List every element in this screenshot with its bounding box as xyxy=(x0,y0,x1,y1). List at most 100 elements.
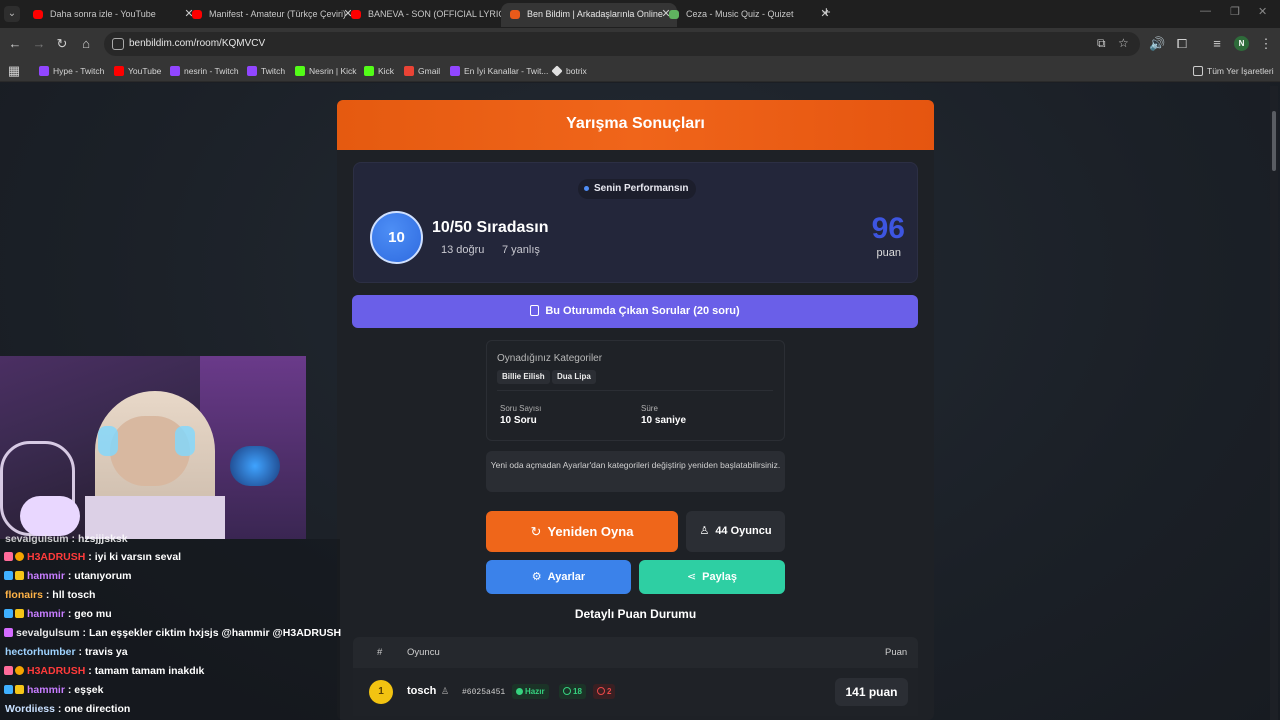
chat-message: hammir : eşşek xyxy=(4,681,103,700)
bookmark-label: Tüm Yer İşaretleri xyxy=(1207,66,1274,76)
bookmark-twitch[interactable]: Twitch xyxy=(247,64,285,78)
folder-icon xyxy=(1193,66,1203,76)
bookmark-kick[interactable]: Kick xyxy=(364,64,394,78)
rgb-light xyxy=(230,446,280,486)
media-controls-icon[interactable]: ≡ xyxy=(1209,36,1225,52)
bookmark-gmail[interactable]: Gmail xyxy=(404,64,440,78)
tab-title: Ceza - Music Quiz - Quizet xyxy=(686,9,794,19)
forward-icon[interactable]: → xyxy=(31,36,47,52)
webcam-overlay xyxy=(0,356,306,539)
detailed-score-title: Detaylı Puan Durumu xyxy=(574,607,697,621)
session-questions-button[interactable]: Bu Oturumda Çıkan Sorular (20 soru) xyxy=(352,295,918,328)
chat-message: Wordiiess : one direction xyxy=(5,703,131,715)
minimize-icon[interactable]: — xyxy=(1200,5,1211,17)
chat-message: sevalgulsum : Lan eşşekler ciktim hxjsjs… xyxy=(4,624,341,643)
kick-icon xyxy=(364,66,374,76)
chat-text: travis ya xyxy=(84,646,128,658)
bookmark-hype-twitch[interactable]: Hype - Twitch xyxy=(39,64,104,78)
chat-user: H3ADRUSH xyxy=(27,665,86,677)
divider xyxy=(497,390,773,391)
performance-label: Senin Performansın xyxy=(594,183,689,194)
players-label: 44 Oyuncu xyxy=(715,525,772,537)
tab-manifest[interactable]: Manifest - Amateur (Türkçe Çeviri) ✕ xyxy=(183,3,359,27)
col-player: Oyuncu xyxy=(407,647,440,658)
bookmark-label: Twitch xyxy=(261,66,286,76)
chat-user: flonairs xyxy=(5,589,43,601)
score-table-header: # Oyuncu Puan xyxy=(353,637,918,668)
tab-ceza-quiz[interactable]: Ceza - Music Quiz - Quizet ✕ xyxy=(660,3,836,27)
chat-user: hammir xyxy=(27,684,65,696)
chat-text: geo mu xyxy=(74,608,112,620)
bookmark-youtube[interactable]: YouTube xyxy=(114,64,161,78)
bookmark-nesrin-kick[interactable]: Nesrin | Kick xyxy=(295,64,357,78)
chat-text: hzsjjjsksk xyxy=(77,533,128,545)
settings-button[interactable]: ⚙ Ayarlar xyxy=(486,560,631,594)
address-bar-row: ← → ↻ ⌂ benbildim.com/room/KQMVCV ⧉ ☆ 🔊 … xyxy=(0,28,1280,60)
youtube-icon xyxy=(114,66,124,76)
install-app-icon[interactable]: ⧉ xyxy=(1097,36,1106,51)
tab-baneva[interactable]: BANEVA - SON (OFFICIAL LYRIC) ✕ xyxy=(342,3,518,27)
chat-text: tamam tamam inakdık xyxy=(94,665,205,677)
chat-message: H3ADRUSH : iyi ki varsın seval xyxy=(4,548,181,567)
replay-label: Yeniden Oyna xyxy=(547,524,634,539)
youtube-icon xyxy=(33,10,43,19)
score-unit: puan xyxy=(876,247,901,259)
back-icon[interactable]: ← xyxy=(7,36,23,52)
chat-message: H3ADRUSH : tamam tamam inakdık xyxy=(4,662,204,681)
settings-notice: Yeni oda açmadan Ayarlar'dan kategoriler… xyxy=(486,451,785,492)
scrollbar-thumb[interactable] xyxy=(1272,111,1276,171)
prime-badge-icon xyxy=(4,571,13,580)
bookmark-label: botrix xyxy=(566,66,587,76)
tab-youtube-watch-later[interactable]: Daha sonra izle - YouTube ✕ xyxy=(24,3,200,27)
results-title: Yarışma Sonuçları xyxy=(566,115,705,132)
correct-badge: 18 xyxy=(559,684,586,699)
menu-kebab-icon[interactable]: ⋮ xyxy=(1258,36,1274,52)
all-bookmarks[interactable]: Tüm Yer İşaretleri xyxy=(1193,64,1274,78)
profile-avatar[interactable]: N xyxy=(1234,36,1249,51)
chat-text: one direction xyxy=(64,703,131,715)
vip-badge-icon xyxy=(15,685,24,694)
home-icon[interactable]: ⌂ xyxy=(78,36,94,52)
chat-text: eşşek xyxy=(74,684,104,696)
share-button[interactable]: ⋖ Paylaş xyxy=(639,560,785,594)
bookmark-en-iyi-kanallar[interactable]: En İyi Kanallar - Twit... xyxy=(450,64,548,78)
url-bar[interactable]: benbildim.com/room/KQMVCV ⧉ ☆ xyxy=(104,32,1140,56)
bookmark-star-icon[interactable]: ☆ xyxy=(1118,36,1129,50)
players-button[interactable]: ♙ 44 Oyuncu xyxy=(686,511,785,552)
browser-tab-bar: ⌄ Daha sonra izle - YouTube ✕ Manifest -… xyxy=(0,0,1280,28)
new-tab-icon[interactable]: + xyxy=(822,5,838,21)
stream-chat-overlay: sevalgulsum : hzsjjjsksk H3ADRUSH : iyi … xyxy=(0,533,341,720)
replay-button[interactable]: ↻ Yeniden Oyna xyxy=(486,511,678,552)
wrong-badge: 2 xyxy=(593,684,616,699)
table-row xyxy=(353,668,918,716)
tab-benbildim[interactable]: Ben Bildim | Arkadaşlarınla Online ✕ xyxy=(501,3,677,27)
col-rank: # xyxy=(377,647,383,658)
share-icon: ⋖ xyxy=(686,571,697,583)
close-window-icon[interactable]: ✕ xyxy=(1258,5,1267,18)
chat-text: Lan eşşekler ciktim hxjsjs @hammir @H3AD… xyxy=(88,627,342,639)
prime-badge-icon xyxy=(4,685,13,694)
tab-title: Manifest - Amateur (Türkçe Çeviri) xyxy=(209,9,347,19)
col-score: Puan xyxy=(885,647,908,658)
restore-icon[interactable]: ❐ xyxy=(1230,5,1240,18)
apps-grid-icon[interactable]: ▦ xyxy=(6,63,22,79)
ready-badge: Hazır xyxy=(512,684,549,699)
chat-message: sevalgulsum : hzsjjjsksk xyxy=(5,533,128,545)
settings-label: Ayarlar xyxy=(547,571,586,583)
extensions-icon[interactable]: ⧠ xyxy=(1174,36,1190,52)
bookmark-botrix[interactable]: botrix xyxy=(551,64,587,78)
rank-badge: 1 xyxy=(369,680,393,704)
vip-badge-icon xyxy=(15,609,24,618)
audio-playing-icon[interactable]: 🔊 xyxy=(1149,36,1165,52)
page-scrollbar[interactable] xyxy=(1270,86,1278,720)
bookmark-nesrin-twitch[interactable]: nesrin - Twitch xyxy=(170,64,239,78)
tab-search-chevron-icon[interactable]: ⌄ xyxy=(4,6,20,22)
headset-right xyxy=(175,426,195,456)
headset-left xyxy=(98,426,118,456)
reload-icon[interactable]: ↻ xyxy=(54,36,70,52)
url-text[interactable]: benbildim.com/room/KQMVCV xyxy=(129,32,265,56)
rank-circle: 10 xyxy=(370,211,423,264)
twitch-icon xyxy=(39,66,49,76)
site-info-icon[interactable] xyxy=(112,38,124,50)
duration-value: 10 saniye xyxy=(641,415,687,426)
